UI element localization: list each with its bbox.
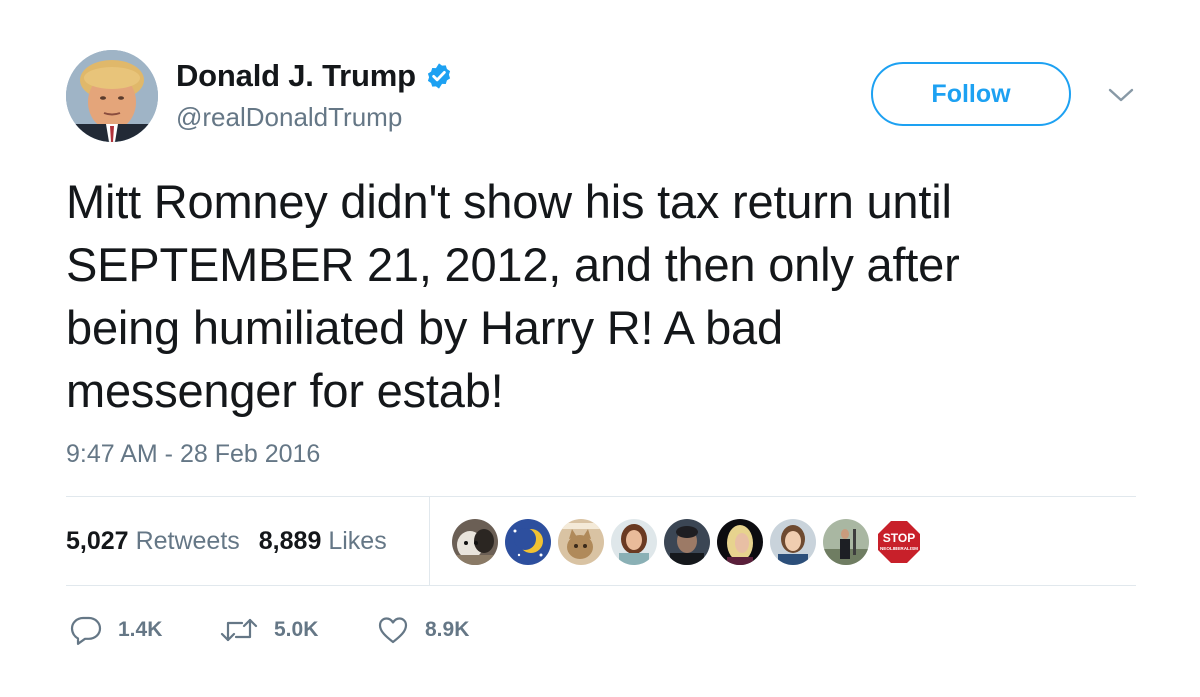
like-button[interactable]: 8.9K [377, 614, 517, 646]
reply-button[interactable]: 1.4K [70, 614, 220, 646]
like-count: 8.9K [425, 618, 470, 641]
retweets-stat[interactable]: 5,027 Retweets [66, 527, 240, 556]
tweet-text: Mitt Romney didn't show his tax return u… [66, 175, 960, 417]
author-handle[interactable]: @realDonaldTrump [176, 102, 402, 133]
heart-icon [378, 617, 408, 644]
liker-avatar-dog[interactable] [452, 519, 498, 565]
reply-icon [70, 616, 102, 645]
reply-count: 1.4K [118, 618, 163, 641]
author-name-row: Donald J. Trump [176, 56, 453, 96]
tweet-stats: 5,027 Retweets 8,889 Likes [66, 524, 387, 558]
liker-avatar-man-dark[interactable] [664, 519, 710, 565]
retweet-count: 5.0K [274, 618, 319, 641]
retweet-icon [220, 618, 258, 642]
liker-avatar-woman-blonde[interactable] [717, 519, 763, 565]
divider [66, 496, 1136, 497]
follow-button[interactable]: Follow [871, 62, 1071, 126]
tweet-timestamp[interactable]: 9:47 AM - 28 Feb 2016 [66, 440, 320, 469]
liker-avatar-man-outdoors[interactable] [823, 519, 869, 565]
verified-badge-icon [425, 62, 453, 90]
likes-count: 8,889 [258, 526, 322, 555]
liker-avatar-cat[interactable] [558, 519, 604, 565]
liker-avatar-stop-sign[interactable]: STOP NEOLIBERALISM [876, 519, 922, 565]
author-display-name[interactable]: Donald J. Trump [176, 58, 416, 94]
liker-avatar-woman-brunette[interactable] [611, 519, 657, 565]
retweets-count: 5,027 [66, 526, 129, 555]
retweet-button[interactable]: 5.0K [220, 614, 377, 646]
likes-label: Likes [328, 526, 387, 555]
liker-avatar-woman-portrait[interactable] [770, 519, 816, 565]
tweet-actions: 1.4K 5.0K 8.9K [70, 612, 517, 648]
divider [66, 585, 1136, 586]
chevron-down-icon[interactable] [1106, 84, 1136, 106]
stats-separator [429, 497, 430, 585]
liker-avatar-sun-moon[interactable] [505, 519, 551, 565]
author-avatar[interactable] [66, 50, 158, 142]
stop-sign-text: STOP [883, 531, 915, 545]
liker-avatars: STOP NEOLIBERALISM [452, 518, 929, 566]
retweets-label: Retweets [135, 526, 240, 555]
stop-sign-subtext: NEOLIBERALISM [880, 546, 918, 551]
likes-stat[interactable]: 8,889 Likes [259, 527, 387, 556]
